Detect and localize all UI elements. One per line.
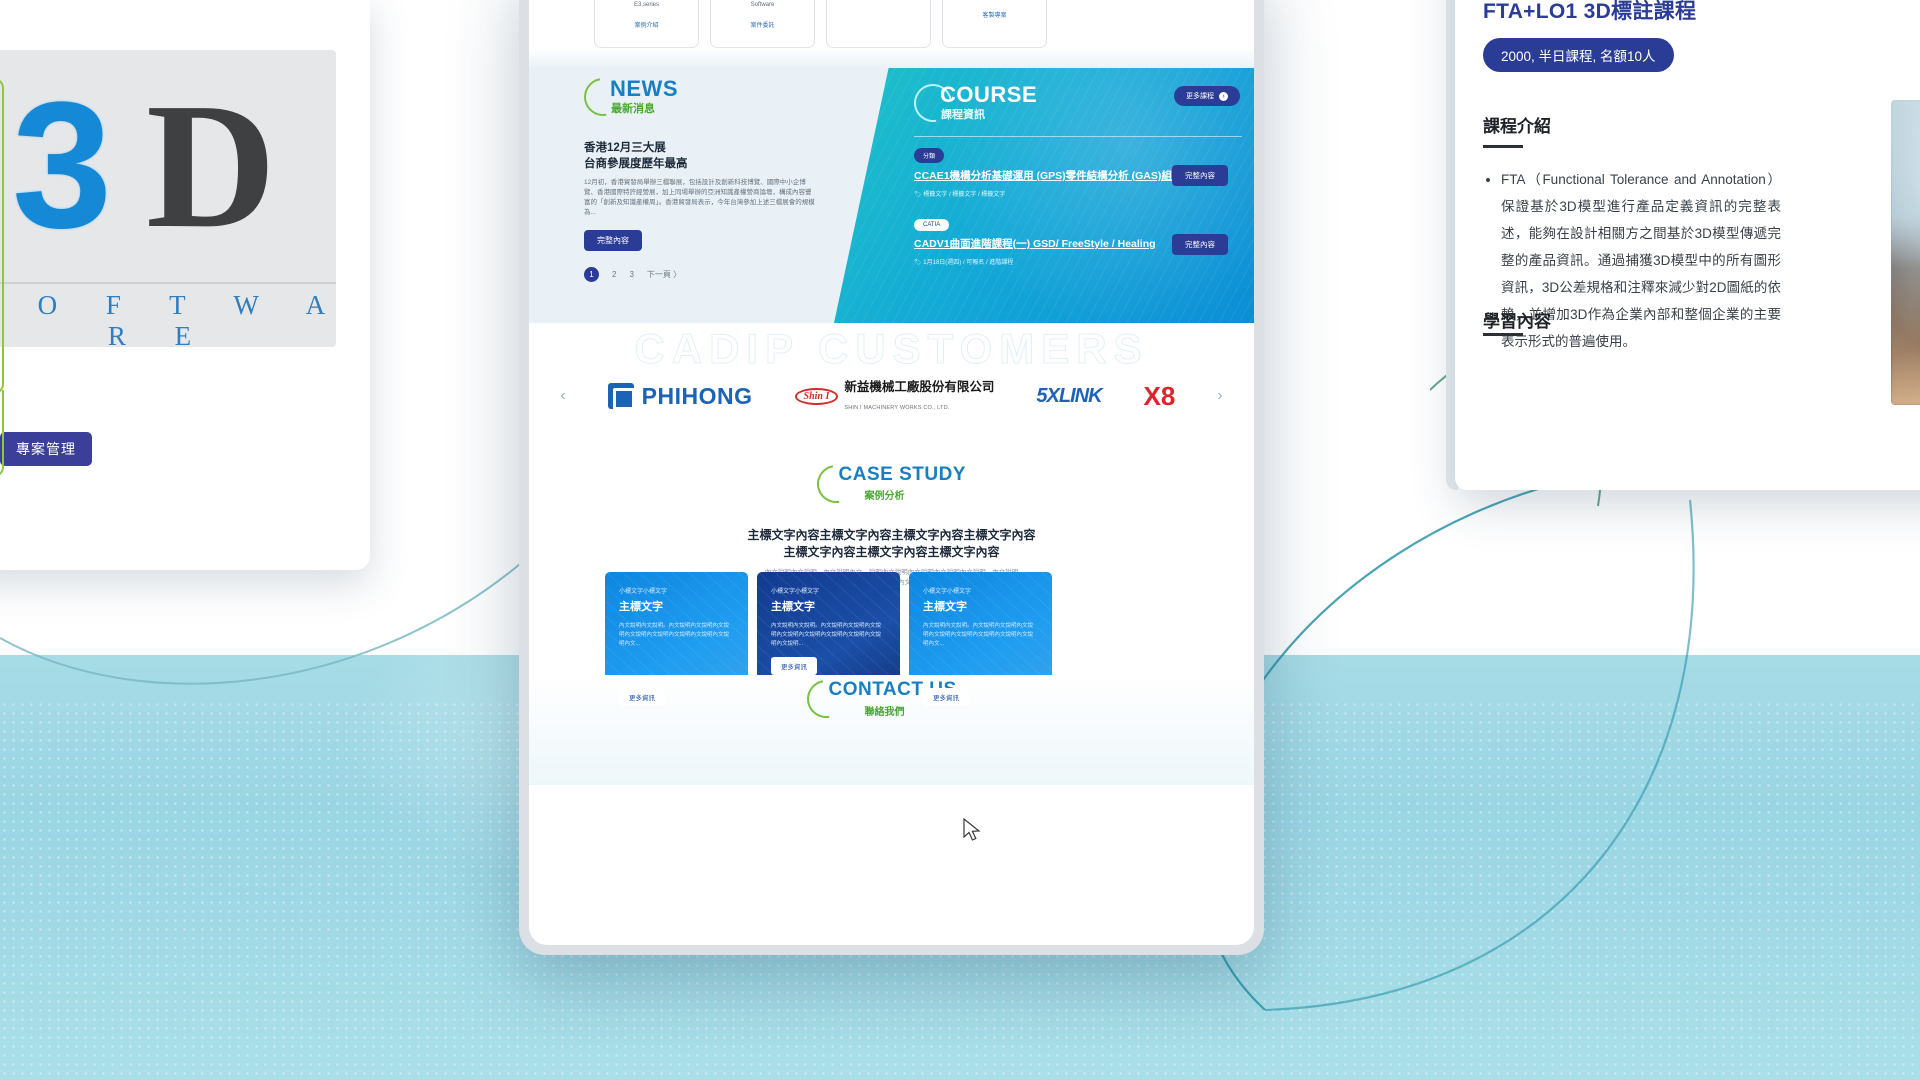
course-item-button[interactable]: 完整內容 [1172, 234, 1228, 255]
course-item-meta: 🏷 1月18日(週四) / 可報名 / 進階課程 [914, 257, 1242, 266]
case-study-section: CASE STUDY 案例分析 主標文字內容主標文字內容主標文字內容主標文字內容… [529, 457, 1254, 720]
course-heading-en: COURSE [940, 82, 1038, 107]
course-tag: 分類 [914, 148, 945, 163]
card-body: 內文說明內文說明。內文說明內文說明內文說明內文說明內文說明內文說明內文說明內文說… [923, 623, 1034, 647]
product-card-subtitle: Software [750, 2, 775, 8]
logo-letter: D [146, 66, 276, 265]
device-screen: Helix E3.series 案例介紹 CSP Software 案件委託 S… [529, 0, 1254, 945]
tag-icon: 🏷 [914, 260, 922, 266]
logo-5xlink[interactable]: 5XLINK [1036, 385, 1102, 408]
course-tag: CATIA [914, 219, 950, 231]
course-item-meta: 🏷 標籤文字 / 標籤文字 / 標籤文字 [914, 189, 1242, 198]
card-kicker: 小標文字小標文字 [923, 589, 972, 595]
phihong-wordmark: PHIHONG [641, 382, 753, 409]
news-heading-en: NEWS [610, 76, 678, 101]
news-heading-zh: 最新消息 [611, 103, 655, 115]
chevron-right-icon: › [1219, 91, 1228, 101]
logo-x8[interactable]: X8 [1144, 381, 1176, 412]
course-detail-panel: FTA+LO1 3D標註課程 2000, 半日課程, 名額10人 課程介紹 FT… [1455, 0, 1920, 490]
shin-i-mark-icon: Shin I [794, 387, 839, 405]
course-intro-heading: 課程介紹 [1483, 117, 1551, 136]
carousel-prev-icon[interactable]: ‹ [560, 387, 565, 405]
card-title: 主標文字 [619, 601, 663, 613]
logo-shin-i[interactable]: Shin I 新益機械工廠股份有限公司 SHIN I MACHINERY WOR… [794, 378, 995, 414]
contact-heading-zh: 聯絡我們 [864, 707, 905, 718]
case-study-heading-en: CASE STUDY [838, 464, 966, 485]
shin-i-name-en: SHIN I MACHINERY WORKS CO., LTD. [844, 405, 950, 411]
card-kicker: 小標文字小標文字 [619, 589, 668, 595]
case-study-title-line2: 主標文字內容主標文字內容主標文字內容 [783, 545, 1000, 559]
course-intro-rule [1483, 145, 1523, 148]
card-title: 主標文字 [923, 601, 967, 613]
course-detail-photo [1891, 100, 1920, 405]
shin-i-name-zh: 新益機械工廠股份有限公司 [844, 380, 995, 394]
device-mockup: Helix E3.series 案例介紹 CSP Software 案件委託 S… [519, 0, 1264, 955]
learning-content-heading: 學習內容 [1483, 312, 1551, 331]
pagination-page-3[interactable]: 3 [629, 270, 633, 279]
phihong-mark-icon [607, 383, 635, 410]
strip-fade-decoration [529, 48, 1254, 70]
more-courses-button[interactable]: 更多課程 › [1174, 86, 1240, 106]
pagination-next[interactable]: 下一頁 〉 [647, 269, 681, 280]
pagination-page-1[interactable]: 1 [584, 267, 599, 282]
left-floating-panels: 3 D S O F T W A R E 專案管理 [0, 0, 380, 570]
left-panel-badge-area: 專案管理 [0, 390, 336, 510]
carousel-next-icon[interactable]: › [1217, 387, 1222, 405]
learning-content-rule [1483, 333, 1523, 336]
customers-section: CADIP CUSTOMERS ‹ PHIHONG Shin I 新益機械工廠股… [529, 323, 1254, 468]
news-section: NEWS 最新消息 香港12月三大展 台商參展度歷年最高 12月初，香港貿發局舉… [576, 70, 844, 282]
case-study-heading: CASE STUDY 案例分析 [529, 457, 1254, 511]
case-study-title-line1: 主標文字內容主標文字內容主標文字內容主標文字內容 [747, 528, 1036, 542]
course-item-button[interactable]: 完整內容 [1172, 165, 1228, 186]
news-headline[interactable]: 香港12月三大展 台商參展度歷年最高 [584, 140, 844, 172]
course-heading-zh: 課程資訊 [941, 109, 985, 121]
green-frame-decoration-2 [0, 390, 4, 477]
course-detail-title: FTA+LO1 3D標註課程 [1483, 0, 1697, 23]
card-kicker: 小標文字小標文字 [771, 589, 820, 595]
card-more-button[interactable]: 更多資訊 [619, 688, 665, 706]
logo-wordmark: S O F T W A R E [0, 290, 336, 347]
left-panel-card: 3 D S O F T W A R E 專案管理 [0, 0, 370, 570]
logo-divider [0, 282, 336, 284]
more-courses-label: 更多課程 [1186, 93, 1214, 100]
news-course-band: NEWS 最新消息 香港12月三大展 台商參展度歷年最高 12月初，香港貿發局舉… [529, 68, 1254, 323]
news-body-text: 12月初，香港貿發局舉辦三檔聯展，包括設計及創新科技博覽、國際中小企博覽、香港國… [584, 179, 815, 216]
case-study-title: 主標文字內容主標文字內容主標文字內容主標文字內容 主標文字內容主標文字內容主標文… [529, 527, 1254, 561]
course-section: COURSE 課程資訊 分類 CCAE1機構分析基礎運用 (GPS)零件結構分析… [834, 68, 1254, 323]
green-frame-decoration [0, 78, 4, 394]
product-card[interactable]: CSP Software 案件委託 [710, 0, 815, 48]
card-body: 內文說明內文說明。內文說明內文說明內文說明內文說明內文說明內文說明內文說明內文說… [771, 623, 882, 647]
product-card-subtitle: E3.series [633, 2, 659, 8]
product-card-link[interactable]: 客製專案 [943, 10, 1046, 19]
product-cards-strip: Helix E3.series 案例介紹 CSP Software 案件委託 S… [529, 0, 1254, 55]
news-headline-line2: 台商參展度歷年最高 [584, 158, 688, 170]
product-card-link[interactable]: 案件委託 [711, 20, 814, 29]
card-more-button[interactable]: 更多資訊 [771, 657, 817, 675]
product-card[interactable]: SmartTeam/Enovia客服管理 客製專案 [942, 0, 1047, 48]
tag-icon: 🏷 [914, 192, 922, 198]
case-study-heading-zh: 案例分析 [864, 491, 905, 502]
product-card[interactable]: Helix E3.series 案例介紹 [594, 0, 699, 48]
card-title: 主標文字 [771, 601, 815, 613]
logo-number: 3 [12, 65, 113, 266]
card-body: 內文說明內文說明。內文說明內文說明內文說明內文說明內文說明內文說明內文說明內文說… [619, 623, 730, 647]
course-item-meta-text: 1月18日(週四) / 可報名 / 進階課程 [923, 260, 1014, 266]
logo-phihong[interactable]: PHIHONG [607, 382, 753, 410]
logo-3d-software: 3 D S O F T W A R E [0, 50, 336, 347]
project-management-badge[interactable]: 專案管理 [0, 432, 92, 466]
pagination-page-2[interactable]: 2 [612, 270, 616, 279]
news-pagination[interactable]: 1 2 3 下一頁 〉 [584, 267, 844, 282]
mouse-cursor-secondary [963, 817, 981, 841]
product-card[interactable] [826, 0, 931, 48]
product-card-link[interactable]: 案例介紹 [595, 20, 698, 29]
course-item-meta-text: 標籤文字 / 標籤文字 / 標籤文字 [923, 192, 1006, 198]
news-headline-line1: 香港12月三大展 [584, 142, 666, 154]
customers-logo-carousel: ‹ PHIHONG Shin I 新益機械工廠股份有限公司 SHIN I MAC… [529, 378, 1254, 414]
news-readmore-button[interactable]: 完整內容 [584, 230, 642, 251]
card-more-button[interactable]: 更多資訊 [923, 688, 969, 706]
course-detail-chip: 2000, 半日課程, 名額10人 [1483, 38, 1674, 72]
customers-ghost-heading: CADIP CUSTOMERS [634, 325, 1149, 373]
